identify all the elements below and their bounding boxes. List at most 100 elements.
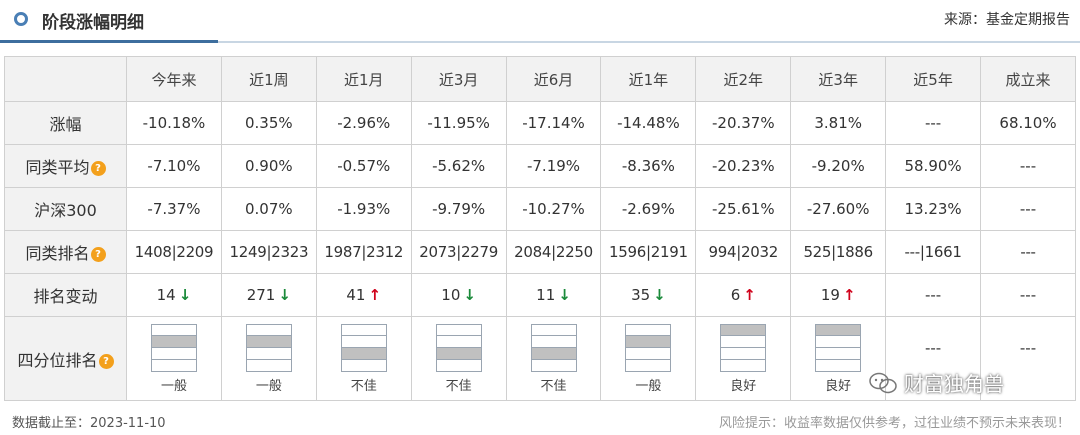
table-cell: 11 ↓ [505, 273, 602, 317]
table-row: 沪深300 -7.37% 0.07% -1.93% -9.79% -10.27% -2.69… [4, 187, 1076, 231]
rank-change-value: 6 [730, 286, 741, 304]
rank-change-value: 10 [441, 286, 461, 304]
rank-change-value: 14 [156, 286, 176, 304]
watermark: 财富独角兽 [868, 368, 1004, 397]
table-cell: 14 ↓ [126, 273, 222, 317]
table-row: 涨幅 -10.18% 0.35% -2.96% -11.95% -17.14% -14.48… [4, 101, 1076, 145]
table-cell: 994|2032 [695, 230, 792, 274]
quartile-segment [246, 324, 291, 337]
quartile-indicator [625, 323, 672, 372]
table-cell: ---|1661 [885, 230, 982, 274]
rank-change-value: 19 [820, 286, 840, 304]
col-header: 近3月 [410, 56, 507, 102]
quartile-indicator [150, 323, 197, 372]
table-cell: 10 ↓ [410, 273, 507, 317]
data-date-label: 数据截止至：2023-11-10 [12, 416, 166, 431]
col-header: 成立来 [980, 56, 1076, 102]
rank-change-value: 41 [346, 286, 366, 304]
quartile-segment [816, 336, 861, 348]
table-cell: -20.37% [695, 101, 792, 145]
table-cell: --- [885, 101, 982, 145]
table-cell: -2.96% [315, 101, 412, 145]
table-cell: 不佳 [315, 316, 412, 401]
table-cell: 41 ↑ [315, 273, 412, 317]
table-cell: 2073|2279 [410, 230, 507, 274]
risk-disclaimer: 风险提示：收益率数据仅供参考，过往业绩不预示未来表现！ [718, 416, 1070, 431]
table-cell: -1.93% [315, 187, 412, 231]
section-circle-icon [14, 12, 28, 26]
table-cell: -8.36% [600, 144, 697, 188]
quartile-segment [151, 324, 196, 337]
quartile-segment [151, 348, 196, 360]
quartile-label: 一般 [160, 378, 187, 394]
table-cell: 1987|2312 [315, 230, 412, 274]
table-cell: 一般 [600, 316, 697, 401]
table-cell: 不佳 [410, 316, 507, 401]
quartile-segment [341, 336, 386, 348]
rank-change-value: 11 [536, 286, 556, 304]
row-label-quartile: 四分位排名? [4, 316, 127, 401]
arrow-down-icon: ↓ [463, 286, 476, 304]
row-label-rank_change: 排名变动 [4, 273, 127, 317]
table-cell: --- [980, 187, 1076, 231]
row-label-text: 沪深300 [34, 201, 97, 220]
quartile-segment [531, 348, 576, 360]
quartile-segment [436, 348, 481, 360]
table-header-row: 今年来 近1周 近1月 近3月 近6月 近1年 近2年 近3年 近5年 成立来 [4, 56, 1076, 102]
quartile-segment [151, 359, 196, 371]
table-cell: 2084|2250 [505, 230, 602, 274]
question-circle-icon[interactable]: ? [90, 247, 106, 262]
row-label-text: 同类平均 [25, 158, 90, 177]
quartile-segment [341, 359, 386, 371]
col-header: 近6月 [505, 56, 602, 102]
table-row: 同类平均? -7.10% 0.90% -0.57% -5.62% -7.19% -8.36%… [4, 144, 1076, 188]
quartile-indicator [720, 323, 767, 372]
table-cell: -0.57% [315, 144, 412, 188]
question-circle-icon[interactable]: ? [90, 161, 106, 176]
arrow-down-icon: ↓ [653, 286, 666, 304]
table-cell: -10.18% [126, 101, 222, 145]
performance-table: 今年来 近1周 近1月 近3月 近6月 近1年 近2年 近3年 近5年 成立来 … [4, 56, 1076, 401]
table-cell: -7.37% [126, 187, 222, 231]
table-row: 同类排名? 1408|2209 1249|2323 1987|2312 2073|227… [4, 230, 1076, 274]
quartile-segment [721, 359, 766, 371]
quartile-label: 不佳 [445, 378, 472, 394]
watermark-text: 财富独角兽 [904, 372, 1004, 396]
table-cell: 271 ↓ [220, 273, 317, 317]
arrow-down-icon: ↓ [178, 286, 192, 304]
table-cell: 1249|2323 [220, 230, 317, 274]
table-cell: 13.23% [885, 187, 982, 231]
table-cell: 0.90% [220, 144, 317, 188]
row-label-text: 涨幅 [49, 115, 82, 134]
table-cell: -9.79% [410, 187, 507, 231]
table-cell: -14.48% [600, 101, 697, 145]
table-cell: --- [980, 144, 1076, 188]
quartile-label: 一般 [255, 378, 282, 394]
table-row: 排名变动 14 ↓ 271 ↓ 41 ↑ 10 ↓ 11 ↓ 35 ↓ 6 ↑ 19 ↑ --- --- [4, 273, 1076, 317]
section-title: 阶段涨幅明细 [42, 13, 144, 33]
row-label-text: 四分位排名 [17, 350, 98, 370]
quartile-segment [721, 348, 766, 360]
arrow-down-icon: ↓ [278, 286, 291, 304]
table-cell: 68.10% [980, 101, 1076, 145]
table-cell: 1408|2209 [126, 230, 222, 274]
rank-change-value: 271 [246, 286, 276, 304]
rank-change-value: 35 [631, 286, 651, 304]
table-cell: -2.69% [600, 187, 697, 231]
table-cell: 不佳 [505, 316, 602, 401]
quartile-segment [246, 348, 291, 360]
row-label-text: 排名变动 [33, 287, 98, 306]
table-cell: 一般 [126, 316, 222, 401]
table-corner [4, 56, 127, 102]
row-label-peer_avg: 同类平均? [4, 144, 127, 188]
rank-change-value: --- [1019, 286, 1037, 304]
wechat-icon [869, 372, 897, 393]
row-label-hs300: 沪深300 [4, 187, 127, 231]
table-cell: 6 ↑ [695, 273, 792, 317]
quartile-indicator [340, 323, 387, 372]
quartile-segment [626, 336, 671, 348]
table-cell: 525|1886 [790, 230, 887, 274]
row-label-gain: 涨幅 [4, 101, 127, 145]
quartile-segment [816, 324, 861, 337]
question-circle-icon[interactable]: ? [98, 353, 114, 369]
